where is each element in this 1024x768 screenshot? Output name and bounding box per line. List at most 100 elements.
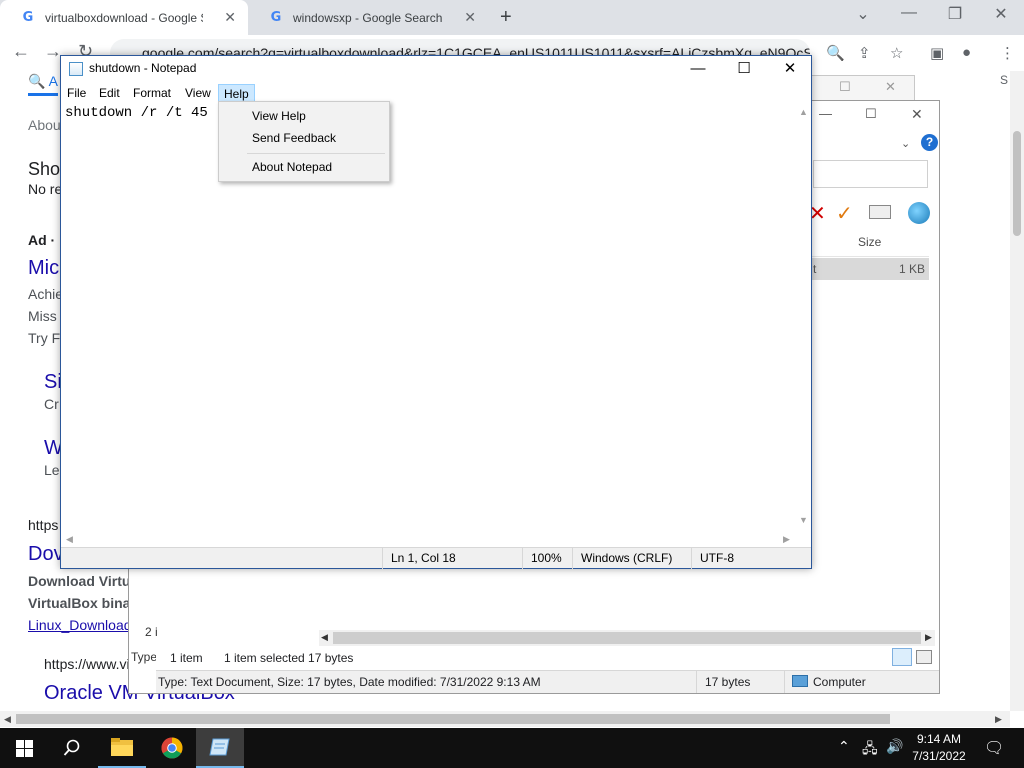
volume-icon[interactable]: 🔊 bbox=[886, 738, 903, 755]
ad-desc-2: Miss bbox=[28, 308, 57, 324]
browser-tab-windowsxp[interactable]: G windowsxp - Google Search ✕ bbox=[248, 0, 488, 35]
chrome-menu-icon[interactable]: ⋮ bbox=[1000, 44, 1015, 62]
network-icon[interactable]: 🖧 bbox=[862, 738, 878, 762]
browser-tab-virtualbox[interactable]: G virtualboxdownload - Google Se ✕ bbox=[0, 0, 248, 35]
ad-title-link[interactable]: Mic bbox=[28, 257, 59, 280]
scroll-left-icon[interactable]: ◀ bbox=[66, 534, 73, 545]
minimize-icon[interactable]: — bbox=[675, 58, 721, 80]
globe-icon[interactable] bbox=[908, 202, 930, 224]
help-menu-dropdown: View Help Send Feedback About Notepad bbox=[218, 101, 390, 182]
new-tab-button[interactable]: + bbox=[500, 6, 512, 29]
scroll-right-icon[interactable]: ▶ bbox=[995, 714, 1002, 725]
tab-search-icon[interactable]: ⌄ bbox=[840, 4, 886, 24]
maximize-icon[interactable]: ☐ bbox=[839, 79, 851, 95]
result-title-link[interactable]: Dov bbox=[28, 543, 64, 566]
start-button[interactable] bbox=[0, 728, 48, 768]
scroll-left-icon[interactable]: ◀ bbox=[4, 714, 11, 725]
column-header-size[interactable]: Size bbox=[811, 229, 929, 257]
file-size: 1 KB bbox=[898, 262, 925, 276]
check-icon[interactable]: ✓ bbox=[836, 201, 853, 226]
page-horizontal-scrollbar[interactable]: ◀ ▶ bbox=[0, 711, 1010, 727]
menu-item-send-feedback[interactable]: Send Feedback bbox=[252, 131, 336, 145]
chevron-up-icon[interactable]: ⌃ bbox=[838, 738, 850, 755]
status-encoding: UTF-8 bbox=[691, 548, 809, 569]
status-line-ending: Windows (CRLF) bbox=[572, 548, 693, 569]
search-button[interactable] bbox=[48, 728, 96, 768]
search-tab-all[interactable]: 🔍 A bbox=[28, 73, 58, 90]
search-box[interactable] bbox=[813, 160, 928, 188]
back-icon[interactable]: ← bbox=[12, 41, 30, 62]
location-text: Computer bbox=[813, 675, 866, 689]
notepad-titlebar[interactable]: shutdown - Notepad — ☐ ✕ bbox=[61, 56, 811, 82]
menu-item-view-help[interactable]: View Help bbox=[252, 109, 306, 123]
side-panel-icon[interactable]: ▣ bbox=[930, 44, 944, 62]
scroll-down-icon[interactable]: ▼ bbox=[799, 515, 808, 525]
minimize-icon[interactable]: — bbox=[886, 4, 932, 22]
scroll-right-icon[interactable]: ▶ bbox=[783, 534, 790, 545]
tab-close-icon[interactable]: ✕ bbox=[464, 9, 476, 26]
restore-icon[interactable]: ❐ bbox=[932, 4, 978, 24]
ad-desc-1: Achie bbox=[28, 286, 64, 302]
taskbar-clock[interactable]: 9:14 AM 7/31/2022 bbox=[908, 731, 970, 765]
profile-icon[interactable]: ● bbox=[962, 44, 971, 61]
chrome-button[interactable] bbox=[148, 728, 196, 768]
maximize-icon[interactable]: ☐ bbox=[721, 58, 767, 80]
divider bbox=[784, 671, 785, 693]
result-snippet-link[interactable]: Linux_Download bbox=[28, 617, 132, 633]
no-results-text: No re bbox=[28, 181, 63, 197]
bookmark-star-icon[interactable]: ☆ bbox=[890, 44, 903, 62]
windows-logo-icon bbox=[15, 739, 33, 757]
chevron-down-icon[interactable]: ⌄ bbox=[901, 137, 910, 150]
menu-view[interactable]: View bbox=[180, 84, 216, 102]
close-icon[interactable]: ✕ bbox=[911, 106, 923, 123]
menu-format[interactable]: Format bbox=[128, 84, 176, 102]
result-stats: Abou bbox=[28, 117, 61, 133]
text-editor-area[interactable]: shutdown /r /t 45 bbox=[61, 103, 795, 530]
scroll-thumb[interactable] bbox=[16, 714, 890, 724]
notifications-icon[interactable]: 🗨 bbox=[984, 738, 1004, 758]
page-vertical-scrollbar[interactable] bbox=[1010, 71, 1024, 711]
explorer-hscrollbar[interactable]: ◀ ▶ bbox=[319, 630, 935, 646]
scroll-up-icon[interactable]: ▲ bbox=[799, 107, 808, 117]
settings-frag: S bbox=[1000, 73, 1009, 87]
tab-close-icon[interactable]: ✕ bbox=[224, 9, 236, 26]
zoom-icon[interactable]: 🔍 bbox=[826, 44, 845, 62]
computer-icon bbox=[792, 675, 808, 687]
notepad-icon bbox=[69, 62, 83, 76]
taskbar: ⌃ 🖧 🔊 9:14 AM 7/31/2022 🗨 bbox=[0, 728, 1024, 768]
editor-horizontal-scrollbar[interactable]: ◀ ▶ bbox=[61, 530, 795, 547]
sitelink-1-desc: Cr bbox=[44, 396, 59, 412]
scroll-right-icon[interactable]: ▶ bbox=[925, 632, 932, 643]
menu-file[interactable]: File bbox=[62, 84, 91, 102]
details-text: Type: Text Document, Size: 17 bytes, Dat… bbox=[158, 675, 541, 689]
minimize-icon[interactable]: — bbox=[819, 106, 832, 121]
close-icon[interactable]: ✕ bbox=[885, 79, 896, 95]
notepad-taskbar-button[interactable] bbox=[196, 728, 244, 768]
close-icon[interactable]: ✕ bbox=[978, 4, 1024, 24]
menu-edit[interactable]: Edit bbox=[94, 84, 125, 102]
menu-help[interactable]: Help bbox=[218, 84, 255, 102]
file-explorer-button[interactable] bbox=[98, 728, 146, 768]
editor-vertical-scrollbar[interactable]: ▲ ▼ bbox=[795, 103, 811, 530]
menu-item-about-notepad[interactable]: About Notepad bbox=[252, 160, 332, 174]
file-row-selected[interactable]: t 1 KB bbox=[811, 258, 929, 280]
maximize-icon[interactable]: ☐ bbox=[865, 106, 877, 122]
notepad-window: shutdown - Notepad — ☐ ✕ File Edit Forma… bbox=[60, 55, 812, 569]
scroll-thumb[interactable] bbox=[1013, 131, 1021, 236]
divider bbox=[696, 671, 697, 693]
window-title: shutdown - Notepad bbox=[89, 61, 197, 75]
scroll-left-icon[interactable]: ◀ bbox=[321, 632, 328, 643]
scroll-thumb[interactable] bbox=[333, 632, 921, 644]
tiles-view-icon[interactable] bbox=[916, 650, 932, 664]
explorer-status-row: 1 item 1 item selected 17 bytes bbox=[156, 646, 939, 670]
properties-icon[interactable] bbox=[869, 205, 891, 219]
status-position: Ln 1, Col 18 bbox=[382, 548, 523, 569]
close-icon[interactable]: ✕ bbox=[767, 58, 813, 80]
explorer-details-bar: Type: Text Document, Size: 17 bytes, Dat… bbox=[156, 670, 939, 693]
item-count-frag: 2 i bbox=[145, 625, 158, 639]
notepad-icon bbox=[209, 738, 230, 756]
share-icon[interactable]: ⇪ bbox=[858, 44, 871, 62]
details-view-icon[interactable] bbox=[892, 648, 912, 666]
result-snippet-2: VirtualBox binar bbox=[28, 595, 136, 611]
help-icon[interactable]: ? bbox=[921, 134, 938, 151]
